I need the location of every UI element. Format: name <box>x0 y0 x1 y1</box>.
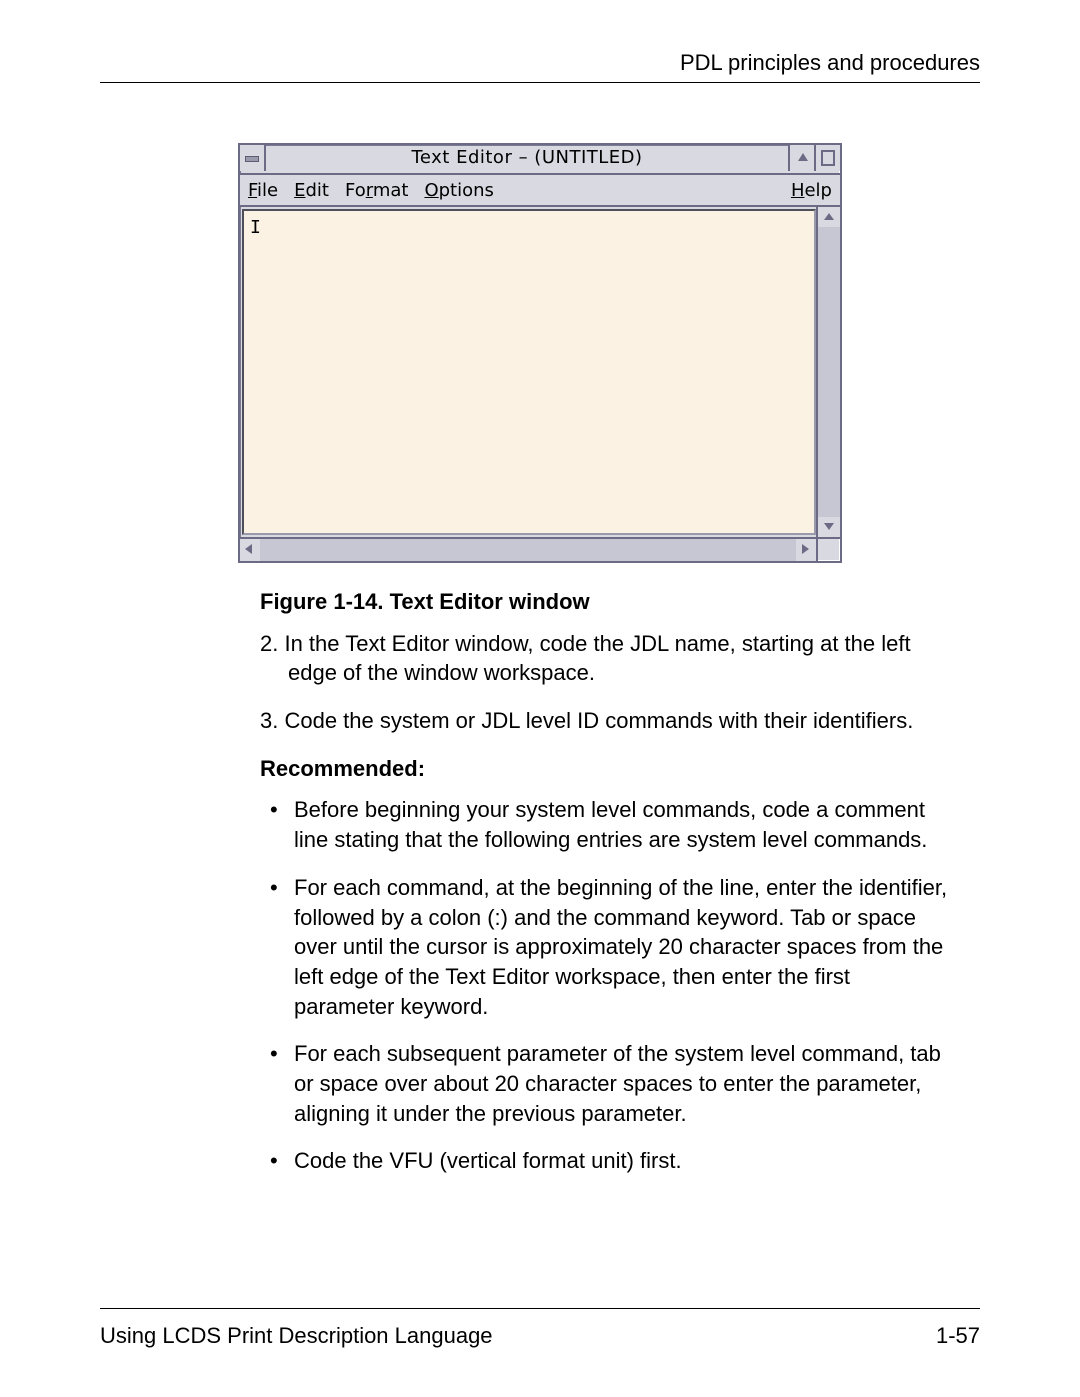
page-header: PDL principles and procedures <box>100 50 980 83</box>
footer-right: 1-57 <box>936 1323 980 1349</box>
scroll-corner <box>816 539 840 561</box>
text-cursor-icon: I <box>250 217 261 238</box>
editor-textarea[interactable]: I <box>242 209 816 535</box>
scroll-left-icon[interactable] <box>240 539 260 561</box>
system-menu-icon[interactable] <box>240 145 266 171</box>
recommended-heading: Recommended: <box>260 754 950 784</box>
step-3: 3. Code the system or JDL level ID comma… <box>260 706 950 736</box>
step-2: 2. In the Text Editor window, code the J… <box>260 629 950 688</box>
footer-left: Using LCDS Print Description Language <box>100 1323 493 1349</box>
list-item: Code the VFU (vertical format unit) firs… <box>294 1146 950 1176</box>
window-title: Text Editor – (UNTITLED) <box>266 145 788 173</box>
scroll-up-icon[interactable] <box>818 207 840 227</box>
page-footer: Using LCDS Print Description Language 1-… <box>100 1308 980 1349</box>
list-item: For each command, at the beginning of th… <box>294 873 950 1021</box>
text-editor-window: Text Editor – (UNTITLED) File Edit Forma… <box>238 143 842 563</box>
menu-help[interactable]: Help <box>791 180 832 201</box>
scroll-right-icon[interactable] <box>796 539 816 561</box>
titlebar: Text Editor – (UNTITLED) <box>240 145 840 175</box>
menu-format[interactable]: Format <box>345 180 408 201</box>
horizontal-scrollbar[interactable] <box>240 537 840 561</box>
page: PDL principles and procedures Text Edito… <box>0 0 1080 1397</box>
header-title: PDL principles and procedures <box>680 50 980 75</box>
minimize-icon[interactable] <box>788 145 814 171</box>
menu-edit[interactable]: Edit <box>294 180 329 201</box>
body-content: Figure 1-14. Text Editor window 2. In th… <box>260 587 950 1176</box>
scroll-down-icon[interactable] <box>818 517 840 537</box>
vscroll-track[interactable] <box>818 227 840 517</box>
maximize-icon[interactable] <box>814 145 840 171</box>
menu-file[interactable]: File <box>248 180 278 201</box>
figure-wrap: Text Editor – (UNTITLED) File Edit Forma… <box>100 143 980 563</box>
menubar: File Edit Format Options Help <box>240 175 840 207</box>
list-item: Before beginning your system level comma… <box>294 795 950 854</box>
figure-caption: Figure 1-14. Text Editor window <box>260 587 950 617</box>
recommended-list: Before beginning your system level comma… <box>260 795 950 1176</box>
list-item: For each subsequent parameter of the sys… <box>294 1039 950 1128</box>
vertical-scrollbar[interactable] <box>816 207 840 537</box>
editor-body: I <box>240 207 840 537</box>
hscroll-track[interactable] <box>260 539 796 561</box>
menu-options[interactable]: Options <box>424 180 493 201</box>
